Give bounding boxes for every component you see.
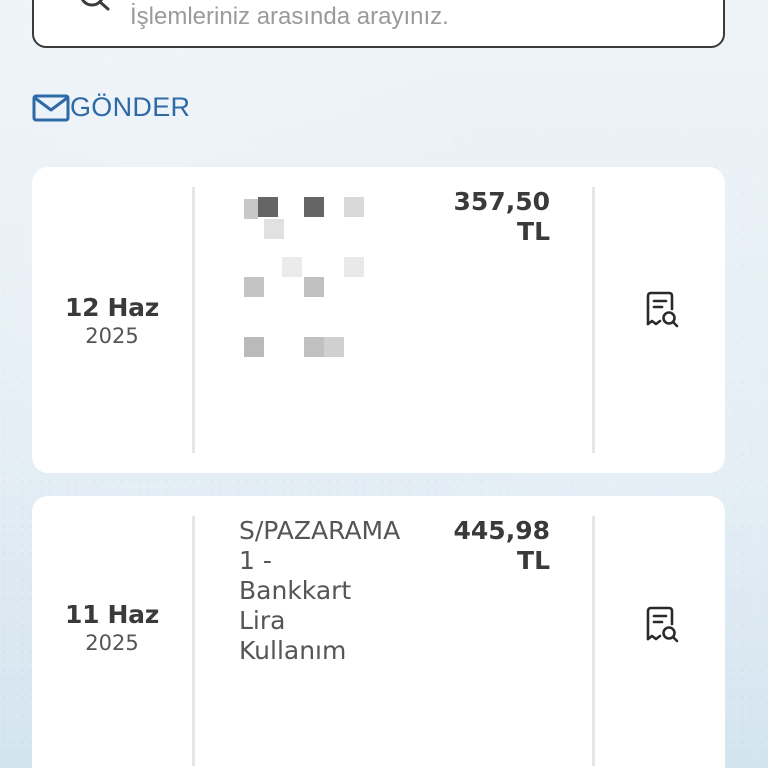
divider xyxy=(192,187,195,453)
transaction-amount: 445,98 TL xyxy=(453,516,550,575)
divider xyxy=(192,516,195,766)
send-button[interactable]: GÖNDER xyxy=(32,92,190,123)
transaction-amount: 357,50 TL xyxy=(453,187,550,246)
transaction-year: 2025 xyxy=(85,323,139,348)
search-icon xyxy=(81,0,110,11)
transaction-date: 11 Haz 2025 xyxy=(32,496,192,758)
receipt-search-icon xyxy=(646,606,679,643)
transaction-card[interactable]: 11 Haz 2025 S/PAZARAMA 1 - Bankkart Lira… xyxy=(32,496,725,768)
send-label: GÖNDER xyxy=(70,92,191,122)
receipt-button[interactable] xyxy=(636,600,686,650)
transaction-date: 12 Haz 2025 xyxy=(32,167,192,473)
receipt-search-icon xyxy=(646,291,679,328)
transaction-card[interactable]: 12 Haz 2025 357,50 TL xyxy=(32,167,725,473)
divider xyxy=(592,187,595,453)
search-box[interactable] xyxy=(32,0,725,48)
receipt-button[interactable] xyxy=(636,285,686,335)
transaction-description: S/PAZARAMA 1 - Bankkart Lira Kullanım xyxy=(239,516,401,665)
transaction-day: 12 Haz xyxy=(64,292,160,322)
redacted-description xyxy=(238,193,368,363)
mail-icon xyxy=(32,94,70,121)
transaction-day: 11 Haz xyxy=(64,599,160,629)
search-input[interactable] xyxy=(78,3,723,31)
transaction-year: 2025 xyxy=(85,630,139,655)
divider xyxy=(592,516,595,766)
